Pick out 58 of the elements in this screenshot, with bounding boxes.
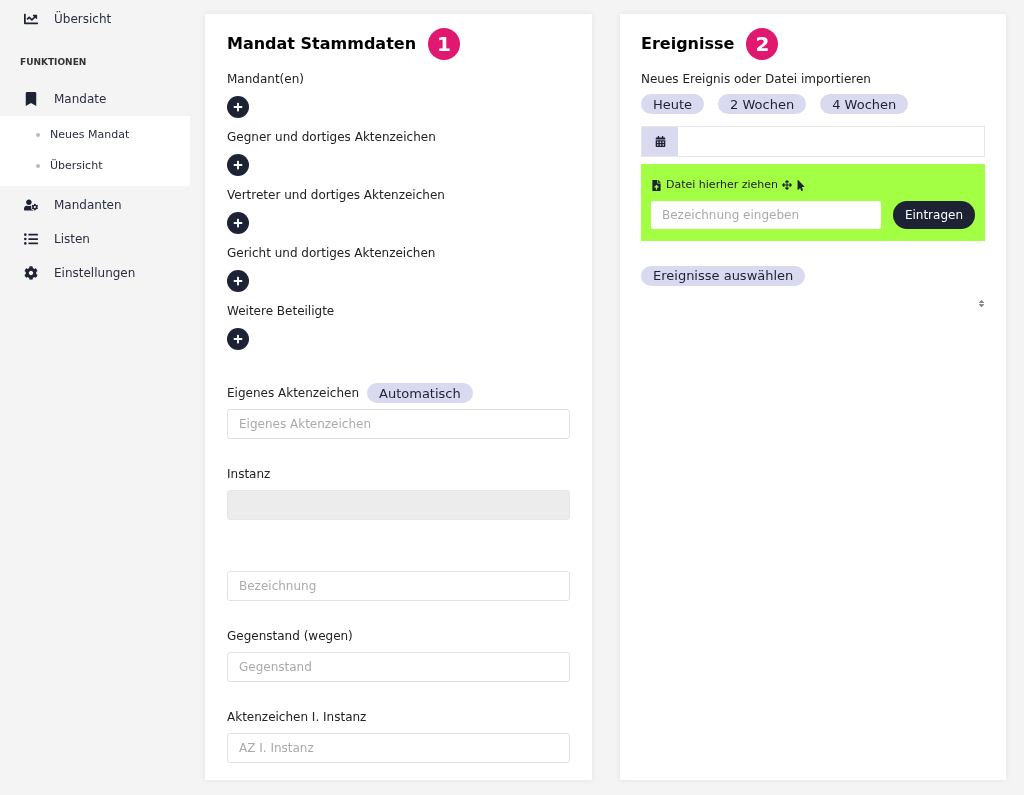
pill-button[interactable]: 4 Wochen bbox=[820, 94, 909, 114]
field-label: Vertreter und dortiges Aktenzeichen bbox=[227, 187, 446, 204]
date-field[interactable] bbox=[641, 126, 985, 157]
pill-button[interactable]: Automatisch bbox=[367, 383, 473, 403]
add-button[interactable] bbox=[227, 328, 249, 350]
field-label: Weitere Beteiligte bbox=[227, 303, 336, 320]
input-field[interactable]: Eigenes Aktenzeichen bbox=[227, 409, 570, 439]
add-button[interactable] bbox=[227, 212, 249, 234]
drop-hint: Datei hierher ziehen bbox=[666, 177, 779, 193]
section-heading: FUNKTIONEN bbox=[19, 56, 88, 69]
field-label: Aktenzeichen I. Instanz bbox=[227, 709, 367, 726]
drop-zone[interactable]: Datei hierher ziehen Bezeichnung eingeben Eintragen bbox=[641, 164, 985, 241]
input-field[interactable]: Bezeichnung eingeben bbox=[651, 200, 881, 229]
cursor-icon bbox=[796, 179, 807, 191]
sidebar-item[interactable]: Listen bbox=[0, 221, 190, 256]
plus-icon bbox=[233, 276, 243, 286]
sort-icon[interactable] bbox=[978, 299, 985, 308]
pill-button[interactable]: Heute bbox=[641, 94, 705, 114]
settings-icon bbox=[24, 265, 38, 280]
field-label: Eigenes Aktenzeichen bbox=[227, 385, 360, 402]
add-button[interactable] bbox=[227, 270, 249, 292]
bullet-icon bbox=[36, 133, 40, 137]
sidebar-item[interactable]: Mandanten bbox=[0, 187, 190, 222]
upload-icon bbox=[651, 179, 662, 191]
field-label: Mandant(en) bbox=[227, 71, 305, 88]
list-icon bbox=[24, 231, 38, 246]
submenu-item[interactable]: Übersicht bbox=[0, 150, 190, 182]
sidebar-item[interactable]: Mandate bbox=[0, 81, 190, 116]
bullet-icon bbox=[36, 164, 40, 168]
plus-icon bbox=[233, 218, 243, 228]
add-button[interactable] bbox=[227, 154, 249, 176]
field-label: Gericht und dortiges Aktenzeichen bbox=[227, 245, 437, 262]
pill-button[interactable]: Ereignisse auswählen bbox=[641, 265, 806, 286]
card-title: Mandat Stammdaten bbox=[227, 33, 417, 55]
number-badge: 2 bbox=[746, 28, 779, 60]
calendar-icon bbox=[654, 136, 666, 147]
input-field[interactable]: AZ I. Instanz bbox=[227, 733, 570, 763]
plus-icon bbox=[233, 334, 243, 344]
input-field[interactable]: Bezeichnung bbox=[227, 571, 570, 601]
number-badge: 1 bbox=[428, 28, 461, 60]
field-label: Instanz bbox=[227, 466, 271, 483]
add-button[interactable] bbox=[227, 96, 249, 118]
plus-icon bbox=[233, 102, 243, 112]
chart-line-icon bbox=[24, 12, 38, 26]
field-label: Gegenstand (wegen) bbox=[227, 628, 353, 645]
submenu-item[interactable]: Neues Mandat bbox=[0, 119, 190, 151]
move-icon bbox=[782, 180, 793, 191]
sidebar-item[interactable]: Einstellungen bbox=[0, 255, 190, 290]
bookmark-icon bbox=[24, 91, 38, 106]
sidebar-item[interactable]: Übersicht bbox=[0, 10, 190, 28]
pill-button[interactable]: 2 Wochen bbox=[718, 94, 807, 114]
field-label: Gegner und dortiges Aktenzeichen bbox=[227, 129, 437, 146]
user-gear-icon bbox=[24, 197, 38, 212]
section-subtitle: Neues Ereignis oder Datei importieren bbox=[641, 71, 872, 88]
input-field[interactable]: Gegenstand bbox=[227, 652, 570, 682]
card-title: Ereignisse bbox=[641, 33, 735, 55]
plus-icon bbox=[233, 160, 243, 170]
submit-button[interactable]: Eintragen bbox=[892, 200, 975, 229]
